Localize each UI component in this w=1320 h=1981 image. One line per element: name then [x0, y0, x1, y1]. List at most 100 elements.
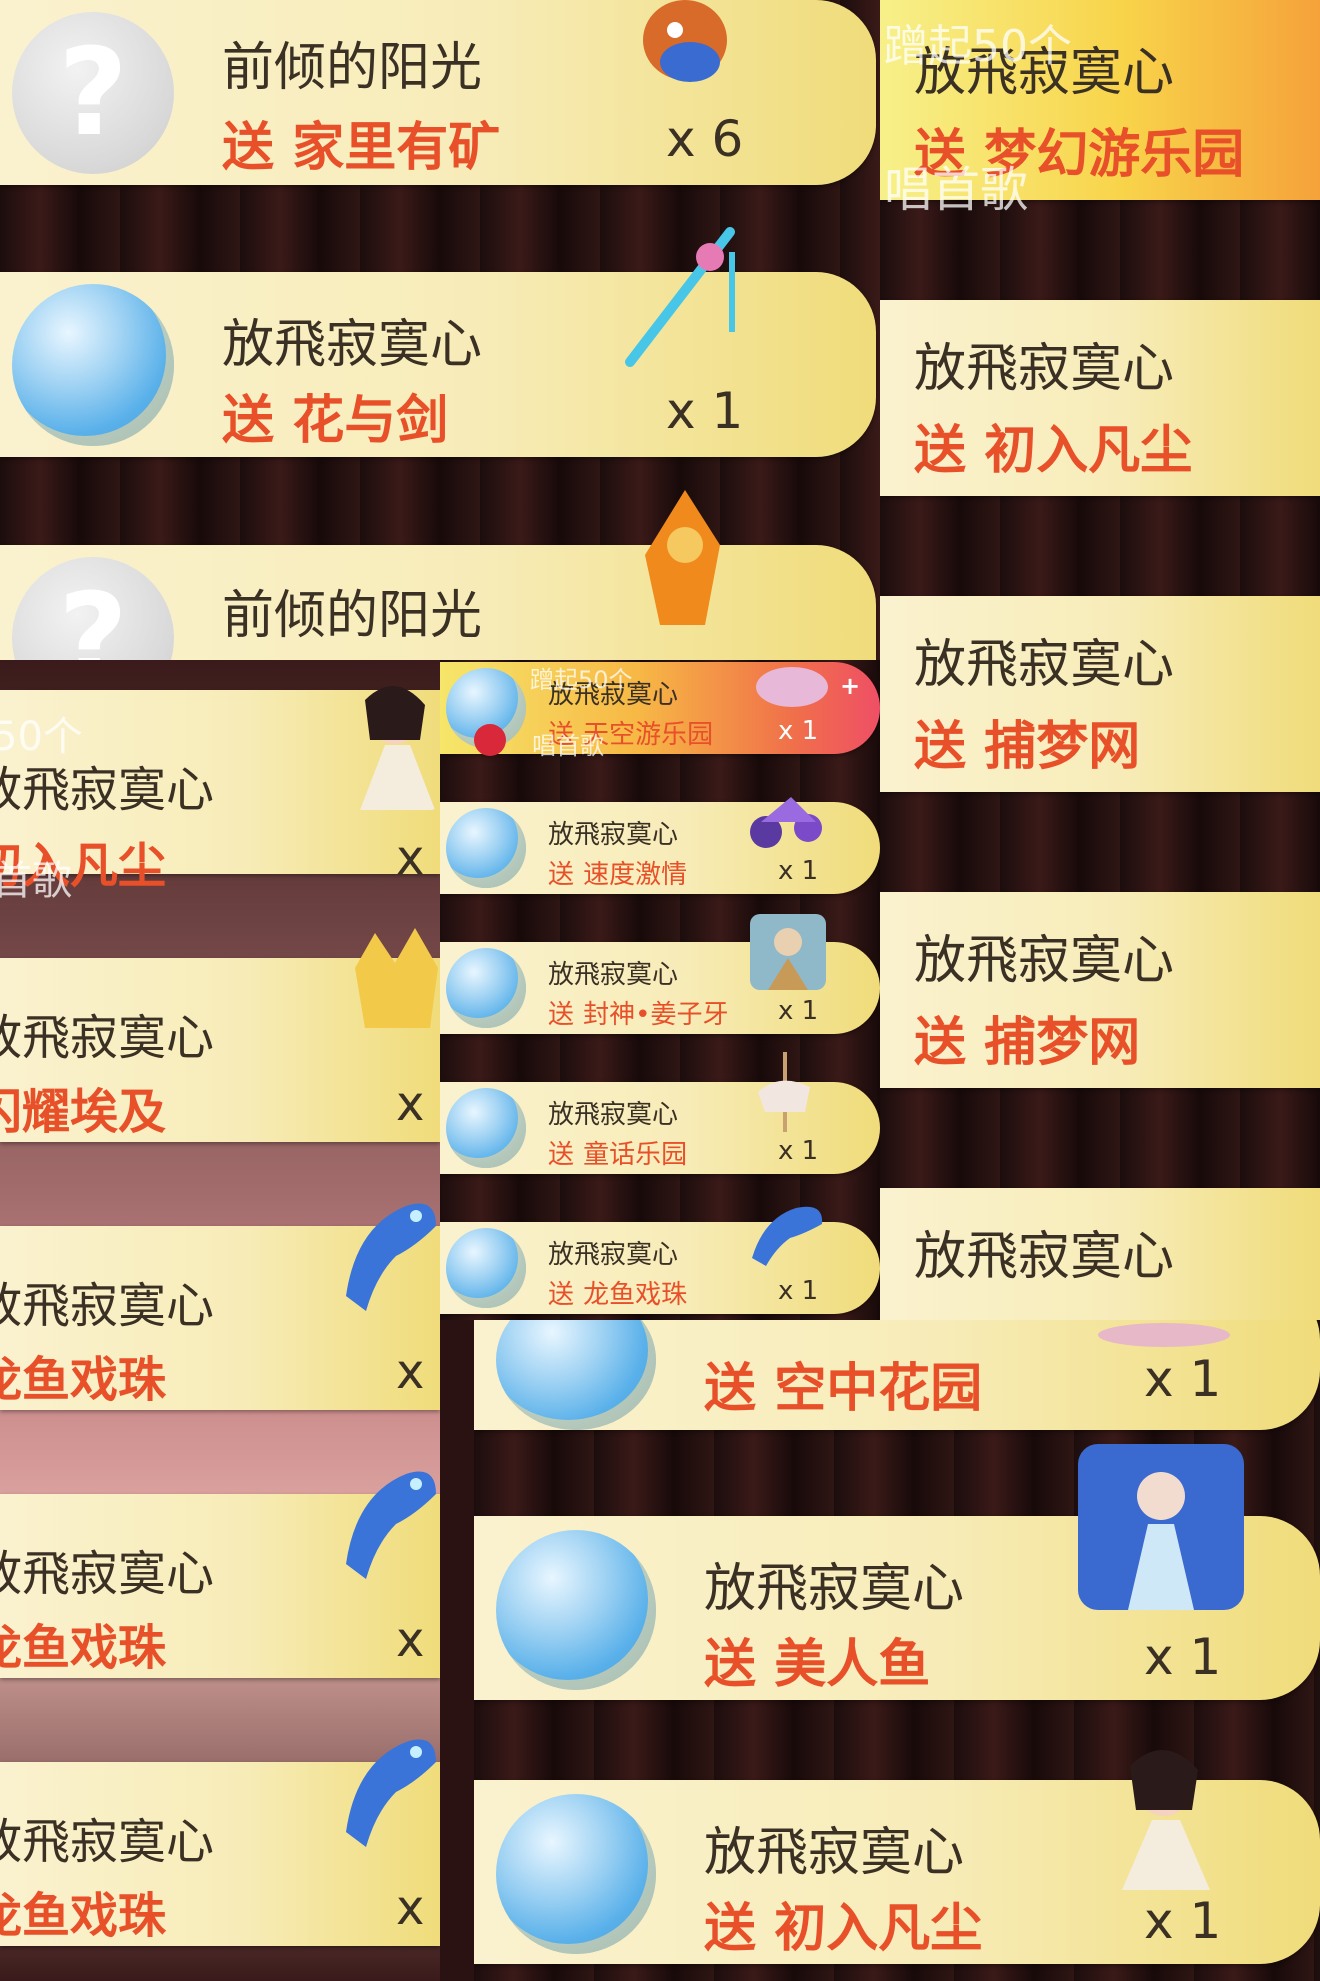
- sender-name: 放飛寂寞心: [0, 1010, 215, 1066]
- gift-text: 送初入凡尘: [704, 1899, 983, 1959]
- sender-name: 放飛寂寞心: [0, 1278, 215, 1334]
- gift-count: x 1: [778, 716, 819, 746]
- question-avatar: ?: [12, 12, 174, 174]
- dragon-fish-icon: [346, 1471, 436, 1579]
- sky-park-icon: [756, 667, 828, 707]
- blue-orb-avatar: [446, 1088, 526, 1168]
- gift-message-row: 放飛寂寞心 送捕梦网: [880, 892, 1320, 1088]
- fairy-lady-icon: [1122, 1749, 1210, 1890]
- gift-message-row: 送空中花园 x 1: [474, 1320, 1320, 1430]
- gift-text: 闪耀埃及: [0, 1084, 167, 1140]
- golden-crown-icon: [355, 928, 438, 1028]
- question-mark-icon: ?: [58, 568, 128, 661]
- gift-text: 送速度激情: [548, 860, 688, 890]
- gift-text: 送初入凡尘: [914, 421, 1193, 481]
- middle-column-panel: 放飛寂寞心 送天空游乐园 x 1 + 蹭起50个 唱首歌 放飛寂寞心 送速度激情…: [440, 660, 880, 1320]
- sender-name: 放飛寂寞心: [704, 1823, 965, 1883]
- gift-text: 送捕梦网: [914, 717, 1141, 777]
- sender-name: 放飛寂寞心: [704, 1559, 965, 1619]
- sparkle-icon: +: [840, 672, 861, 700]
- gift-message-row: 放飛寂寞心 龙鱼戏珠 x: [0, 1471, 440, 1678]
- gift-count: x: [396, 1076, 425, 1132]
- overlay-caption: 蹭起50个: [884, 21, 1072, 72]
- question-mark-icon: ?: [58, 23, 128, 163]
- red-rose-icon: [474, 724, 506, 756]
- blue-orb-avatar: [496, 1530, 656, 1690]
- gift-text: 龙鱼戏珠: [0, 1352, 167, 1408]
- gift-count: x 1: [1144, 1628, 1222, 1686]
- gift-count: x: [396, 1344, 425, 1400]
- blue-orb-avatar: [496, 1794, 656, 1954]
- fire-warrior-icon: [645, 490, 720, 625]
- sender-name: 放飛寂寞心: [548, 820, 679, 850]
- sender-name: 前倾的阳光: [222, 38, 483, 98]
- gift-message-row: 放飛寂寞心 送速度激情 x 1: [440, 797, 880, 894]
- gift-text: 送花与剑: [222, 391, 449, 451]
- sender-name: 前倾的阳光: [222, 586, 483, 646]
- blue-orb-avatar: [446, 948, 526, 1028]
- overlay-caption-sub: 唱首歌: [532, 732, 604, 760]
- gift-count: x 1: [778, 856, 819, 886]
- sender-name: 放飛寂寞心: [914, 635, 1175, 695]
- bottom-right-panel: 送空中花园 x 1 放飛寂寞心 送美人鱼 x 1 放飛寂寞心 送初入凡尘 x 1: [474, 1320, 1320, 1981]
- gift-message-row: 放飛寂寞心 送龙鱼戏珠 x 1: [440, 1206, 880, 1314]
- fairy-lady-icon: [360, 686, 435, 810]
- fox-figure-icon: [643, 0, 727, 82]
- gift-message-row: 放飛寂寞心 初入凡尘 x 50个 首歌: [0, 686, 440, 904]
- blue-orb-avatar: [496, 1320, 656, 1430]
- sender-name: 放飛寂寞心: [548, 1240, 679, 1270]
- gift-message-row: ? 前倾的阳光 送家里有矿 x 6: [0, 0, 876, 185]
- sky-garden-icon: [1098, 1323, 1230, 1347]
- gift-message-row: 放飛寂寞心 送初入凡尘: [880, 300, 1320, 496]
- gift-text: 送童话乐园: [548, 1140, 688, 1170]
- gift-text: 送美人鱼: [704, 1635, 931, 1695]
- gift-count: x: [396, 830, 425, 886]
- gift-message-row: 放飛寂寞心 送童话乐园 x 1: [440, 1052, 880, 1174]
- dragon-fish-icon: [346, 1739, 436, 1847]
- blue-orb-avatar: [12, 284, 174, 446]
- overlay-caption: 50个: [0, 714, 83, 760]
- sender-name: 放飛寂寞心: [0, 1546, 215, 1602]
- gift-message-row: 放飛寂寞心 闪耀埃及 x: [0, 928, 440, 1142]
- question-avatar: ?: [12, 557, 174, 660]
- left-column-panel: 放飛寂寞心 初入凡尘 x 50个 首歌 放飛寂寞心 闪耀埃及 x 放飛寂寞心 龙…: [0, 660, 440, 1981]
- gift-message-row: 放飛寂寞心 送封神•姜子牙 x 1: [440, 914, 880, 1034]
- gift-text: 送空中花园: [704, 1359, 983, 1419]
- gift-text: 送家里有矿: [222, 118, 501, 178]
- gift-message-row-highlight: 放飛寂寞心 送梦幻游乐园 蹭起50个 唱首歌: [880, 0, 1320, 218]
- gift-message-row: 放飛寂寞心 送捕梦网: [880, 596, 1320, 792]
- gift-count: x 1: [778, 1136, 819, 1166]
- sender-name: 放飛寂寞心: [548, 960, 679, 990]
- gift-count: x: [396, 1880, 425, 1936]
- gift-message-row: 放飛寂寞心 送美人鱼 x 1: [474, 1444, 1320, 1700]
- gift-count: x 1: [1144, 1350, 1222, 1408]
- jiang-ziya-icon: [750, 914, 826, 990]
- overlay-caption-sub: 首歌: [0, 858, 72, 904]
- gift-message-row: 放飛寂寞心 送花与剑 x 1: [0, 227, 876, 457]
- gift-count: x 6: [666, 110, 744, 168]
- gift-message-row: 放飛寂寞心: [880, 1188, 1320, 1325]
- gift-count: x 1: [778, 1276, 819, 1306]
- gift-text: 送捕梦网: [914, 1013, 1141, 1073]
- gift-text: 龙鱼戏珠: [0, 1888, 167, 1944]
- top-right-panel: 放飛寂寞心 送梦幻游乐园 蹭起50个 唱首歌 放飛寂寞心 送初入凡尘 放飛寂寞心…: [880, 0, 1320, 1325]
- gift-count: x 1: [778, 996, 819, 1026]
- sender-name: 放飛寂寞心: [914, 1227, 1175, 1287]
- sender-name: 放飛寂寞心: [914, 931, 1175, 991]
- gift-message-row: 放飛寂寞心 龙鱼戏珠 x: [0, 1739, 440, 1946]
- top-left-panel: ? 前倾的阳光 送家里有矿 x 6 放飛寂寞心 送花与剑 x 1 ? 前倾的阳光: [0, 0, 880, 660]
- gift-count: x: [396, 1612, 425, 1668]
- gift-text: 龙鱼戏珠: [0, 1620, 167, 1676]
- gift-count: x 1: [666, 382, 744, 440]
- sender-name: 放飛寂寞心: [914, 339, 1175, 399]
- sword-icon: [625, 227, 735, 367]
- sender-name: 放飛寂寞心: [0, 1814, 215, 1870]
- gift-message-row: 放飛寂寞心 送初入凡尘 x 1: [474, 1749, 1320, 1964]
- dragon-fish-icon: [752, 1206, 823, 1266]
- gift-message-row: 放飛寂寞心 龙鱼戏珠 x: [0, 1203, 440, 1410]
- sender-name: 放飛寂寞心: [222, 315, 483, 375]
- dragon-fish-icon: [346, 1203, 436, 1311]
- blue-orb-avatar: [446, 808, 526, 888]
- gift-message-row: ? 前倾的阳光: [0, 490, 876, 660]
- gift-count: x 1: [1144, 1892, 1222, 1950]
